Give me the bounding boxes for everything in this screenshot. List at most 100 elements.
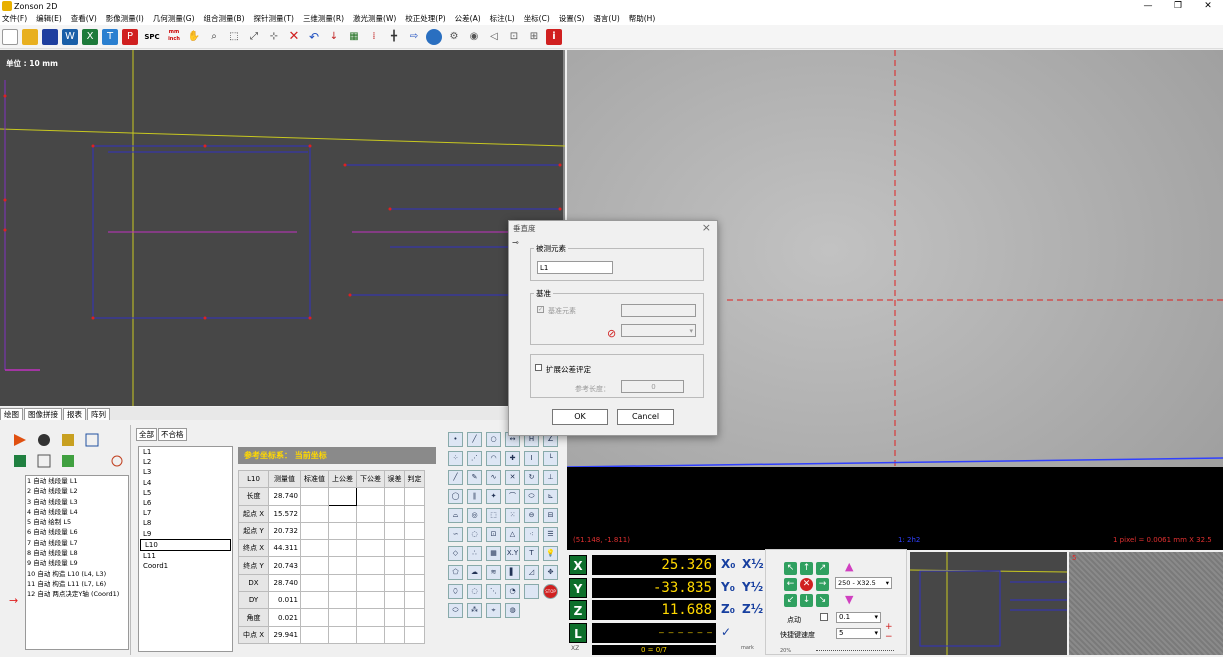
list-item[interactable]: 5 自动 绘制 L5 [26, 517, 128, 527]
list-item[interactable]: L6 [139, 498, 232, 508]
drawing-view[interactable] [0, 50, 566, 406]
tab-failed[interactable]: 不合格 [158, 428, 187, 441]
list-item-selected[interactable]: L10 [140, 538, 231, 552]
delete-icon[interactable]: ✕ [286, 29, 302, 45]
stop-icon[interactable] [38, 434, 50, 446]
slope-tool-icon[interactable]: ◿ [524, 565, 539, 580]
upper-tol-cell[interactable] [328, 556, 357, 575]
menu-laser-measure[interactable]: 激光测量(W) [353, 13, 396, 24]
confirm-icon[interactable]: ✓ [721, 625, 731, 639]
light-slider[interactable] [816, 650, 894, 652]
upper-tol-cell[interactable] [328, 608, 357, 627]
mini-camera-view[interactable]: 5 [1069, 552, 1223, 655]
menu-language[interactable]: 语言(U) [593, 13, 619, 24]
close-button[interactable]: ✕ [1193, 0, 1223, 12]
arc-fit-icon[interactable]: ⌓ [448, 508, 463, 523]
list-item[interactable]: 2 自动 线段量 L2 [26, 486, 128, 496]
program-step-list[interactable]: 1 自动 线段量 L1 2 自动 线段量 L2 3 自动 线段量 L3 4 自动… [25, 475, 129, 650]
download-icon[interactable] [62, 455, 74, 467]
jog-up-icon[interactable]: ↑ [800, 562, 813, 575]
lower-tol-cell[interactable] [356, 487, 385, 506]
hand-pan-icon[interactable]: ✋ [186, 29, 202, 45]
crosshair-icon[interactable]: ╋ [386, 29, 402, 45]
curve2-tool-icon[interactable]: ∽ [448, 527, 463, 542]
upper-tol-cell[interactable] [328, 504, 357, 523]
upper-tol-cell[interactable] [328, 539, 357, 558]
list-item[interactable]: L11 [139, 551, 232, 561]
menu-edit[interactable]: 编辑(E) [36, 13, 62, 24]
half-x-button[interactable]: X½ [742, 557, 764, 571]
triangle-icon[interactable]: ◁ [486, 29, 502, 45]
bulb-icon[interactable]: 💡 [543, 546, 558, 561]
word-export-icon[interactable]: W [62, 28, 78, 45]
arc-tool-icon[interactable]: ◠ [486, 451, 501, 466]
menu-view[interactable]: 查看(V) [71, 13, 97, 24]
list-item[interactable]: L2 [139, 457, 232, 467]
grid-icon[interactable]: ▦ [346, 29, 362, 45]
image-icon[interactable]: ⊡ [506, 29, 522, 45]
fit-view-icon[interactable]: ⤢ [246, 29, 262, 45]
stop-button[interactable]: STOP [543, 584, 558, 599]
pdf-export-icon[interactable]: P [122, 28, 138, 45]
pattern-tool-icon[interactable]: ◌ [467, 527, 482, 542]
export-arrow-icon[interactable]: ⇨ [406, 29, 422, 45]
list-item[interactable]: 4 自动 线段量 L4 [26, 507, 128, 517]
ok-button[interactable]: OK [552, 409, 608, 425]
jog-left-icon[interactable]: ← [784, 578, 797, 591]
height-tool-icon[interactable]: I [524, 451, 539, 466]
dashed-circle-icon[interactable]: ◌ [467, 584, 482, 599]
pin-icon[interactable]: ⊸ [512, 238, 519, 247]
new-file-icon[interactable] [2, 28, 18, 45]
zoom-icon[interactable]: ⌕ [206, 29, 222, 45]
sort-icon[interactable]: ↓ [326, 29, 342, 45]
slant-line-icon[interactable]: ╱ [448, 470, 463, 485]
tab-all[interactable]: 全部 [136, 428, 157, 441]
lower-tol-cell[interactable] [356, 521, 385, 541]
step-select[interactable]: 0.1 ▾ [836, 612, 881, 623]
save-icon[interactable] [42, 28, 58, 45]
list-item[interactable]: L9 [139, 529, 232, 539]
list-item[interactable]: 10 自动 构造 L10 (L4, L3) [26, 569, 128, 579]
menu-geometry-measure[interactable]: 几何测量(G) [153, 13, 195, 24]
z-up-icon[interactable]: ▲ [845, 560, 853, 573]
cloud-tool-icon[interactable]: ☁ [467, 565, 482, 580]
dialog-close-icon[interactable]: × [702, 221, 711, 234]
mini-drawing-view[interactable] [909, 552, 1068, 655]
speed-plus-icon[interactable]: + [885, 622, 893, 632]
menu-3d-measure[interactable]: 三维测量(R) [303, 13, 344, 24]
jog-down-icon[interactable]: ↓ [800, 594, 813, 607]
element-list[interactable]: L1 L2 L3 L4 L5 L6 L7 L8 L9 L10 L11 Coord… [138, 446, 233, 652]
upper-tol-cell[interactable] [328, 573, 357, 593]
nominal-cell[interactable] [300, 539, 329, 558]
menu-help[interactable]: 帮助(H) [629, 13, 656, 24]
spread-tool-icon[interactable]: ⋱ [486, 584, 501, 599]
maximize-button[interactable]: ❐ [1163, 0, 1193, 12]
nominal-cell[interactable] [300, 625, 329, 644]
star-tool-icon[interactable]: ✦ [486, 489, 501, 504]
oval-tool-icon[interactable]: ⬯ [448, 584, 463, 599]
dot-array-icon[interactable]: ⁘ [448, 451, 463, 466]
nominal-cell[interactable] [300, 521, 329, 541]
half-z-button[interactable]: Z½ [742, 602, 763, 616]
list-item[interactable]: 3 自动 线段量 L3 [26, 497, 128, 507]
menu-calibration[interactable]: 校正处理(P) [405, 13, 445, 24]
stack-tool-icon[interactable]: ☰ [543, 527, 558, 542]
layout-icon[interactable]: ⊞ [526, 29, 542, 45]
wave-tool-icon[interactable]: ≋ [486, 565, 501, 580]
curve-tool-icon[interactable]: ∿ [486, 470, 501, 485]
list-item[interactable]: L5 [139, 488, 232, 498]
cross-line-icon[interactable]: ✕ [505, 470, 520, 485]
lower-tol-cell[interactable] [356, 573, 385, 593]
menu-coordinate[interactable]: 坐标(C) [524, 13, 550, 24]
zoom-select[interactable]: 250 - X32.5 ▾ [835, 577, 892, 589]
half-y-button[interactable]: Y½ [742, 580, 763, 594]
list-item[interactable]: L7 [139, 508, 232, 518]
bar-tool-icon[interactable]: ▌ [505, 565, 520, 580]
list-item[interactable]: Coord1 [139, 561, 232, 571]
triangle-tool-icon[interactable]: △ [505, 527, 520, 542]
lower-tol-cell[interactable] [356, 504, 385, 523]
move-icon[interactable]: ✥ [543, 565, 558, 580]
datum-checkbox[interactable]: ✓ [537, 306, 544, 313]
edit-icon[interactable] [37, 454, 51, 468]
zero-z-button[interactable]: Z₀ [721, 602, 735, 616]
